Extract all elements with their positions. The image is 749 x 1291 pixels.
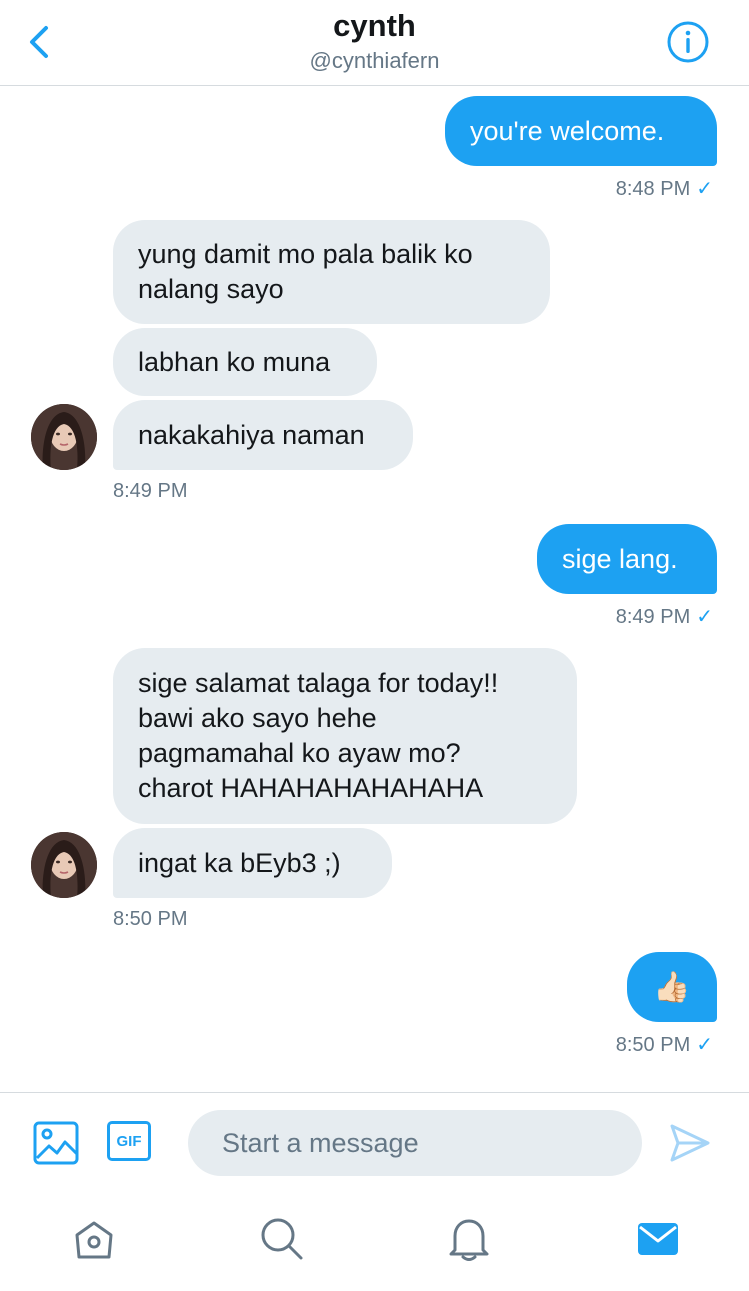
outgoing-message[interactable]: 👍🏻 bbox=[627, 952, 717, 1022]
message-text: nakakahiya naman bbox=[138, 419, 365, 450]
avatar-photo bbox=[31, 404, 97, 470]
message-text-line: yung damit mo pala balik ko bbox=[138, 239, 473, 269]
incoming-message[interactable]: sige salamat talaga for today!! bawi ako… bbox=[113, 648, 577, 824]
message-input[interactable]: Start a message bbox=[188, 1110, 642, 1176]
message-timestamp: 8:48 PM ✓ bbox=[615, 178, 713, 200]
message-text: labhan ko muna bbox=[138, 346, 331, 377]
search-icon[interactable] bbox=[259, 1216, 305, 1262]
message-text-line: sige salamat talaga for today!! bbox=[138, 668, 499, 698]
read-check-icon: ✓ bbox=[696, 178, 713, 200]
avatar[interactable] bbox=[31, 404, 97, 470]
avatar[interactable] bbox=[31, 832, 97, 898]
thumbs-up-emoji: 👍🏻 bbox=[653, 970, 691, 1004]
notifications-bell-icon[interactable] bbox=[447, 1216, 491, 1262]
composer-divider bbox=[0, 1092, 749, 1093]
conversation-title[interactable]: cynth bbox=[0, 8, 749, 44]
message-text: sige lang. bbox=[562, 543, 678, 574]
conversation-header: cynth @cynthiafern bbox=[0, 0, 749, 86]
message-text-line: charot HAHAHAHAHAHAHA bbox=[138, 773, 484, 803]
gif-button[interactable]: GIF bbox=[107, 1121, 151, 1161]
info-icon[interactable] bbox=[666, 20, 710, 64]
read-check-icon: ✓ bbox=[696, 606, 713, 628]
incoming-message[interactable]: ingat ka bEyb3 ;) bbox=[113, 828, 392, 898]
message-timestamp: 8:49 PM bbox=[113, 480, 188, 502]
outgoing-message[interactable]: sige lang. bbox=[537, 524, 717, 594]
message-text: you're welcome. bbox=[470, 115, 665, 146]
incoming-message[interactable]: nakakahiya naman bbox=[113, 400, 413, 470]
messages-envelope-icon[interactable] bbox=[636, 1219, 680, 1259]
outgoing-message[interactable]: you're welcome. bbox=[445, 96, 717, 166]
message-timestamp: 8:49 PM ✓ bbox=[615, 606, 713, 628]
home-icon[interactable] bbox=[72, 1217, 116, 1261]
image-icon[interactable] bbox=[33, 1120, 79, 1166]
message-text-line: pagmamahal ko ayaw mo? bbox=[138, 738, 461, 768]
conversation-handle[interactable]: @cynthiafern bbox=[0, 48, 749, 74]
message-text-line: bawi ako sayo hehe bbox=[138, 703, 377, 733]
incoming-message[interactable]: labhan ko muna bbox=[113, 328, 377, 396]
message-text-line: nalang sayo bbox=[138, 274, 284, 304]
message-timestamp: 8:50 PM bbox=[113, 908, 188, 930]
message-timestamp: 8:50 PM ✓ bbox=[615, 1034, 713, 1056]
read-check-icon: ✓ bbox=[696, 1034, 713, 1056]
avatar-photo bbox=[31, 832, 97, 898]
incoming-message[interactable]: yung damit mo pala balik ko nalang sayo bbox=[113, 220, 550, 324]
send-icon[interactable] bbox=[668, 1121, 712, 1165]
message-text: ingat ka bEyb3 ;) bbox=[138, 847, 341, 878]
